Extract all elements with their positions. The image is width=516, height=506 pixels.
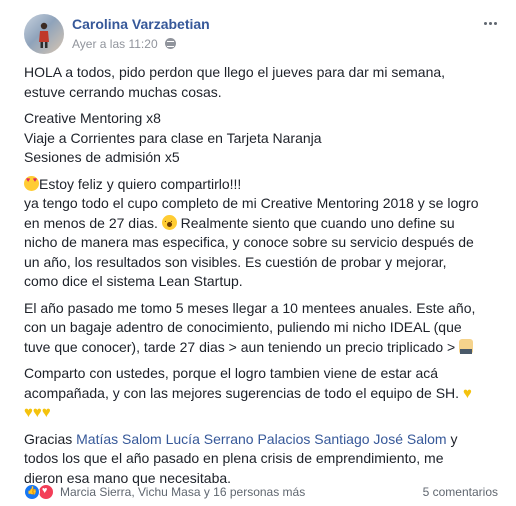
- text-line: Viaje a Corrientes para clase en Tarjeta…: [24, 129, 322, 146]
- text-line: tuve que conocer), tarde 27 dias > aun t…: [24, 338, 502, 358]
- text-line: ♥♥♥: [24, 403, 502, 423]
- text-line: Creative Mentoring x8: [24, 110, 161, 126]
- text-line: ya tengo todo el cupo completo de mi Cre…: [24, 195, 479, 211]
- yellow-heart-icon: ♥: [462, 384, 472, 402]
- reaction-icons[interactable]: [24, 484, 58, 500]
- paragraph-intro: HOLA a todos, pido perdon que llego el j…: [24, 63, 502, 102]
- yellow-heart-icon: ♥: [41, 404, 51, 421]
- yellow-heart-icon: ♥: [24, 404, 33, 421]
- text-line: nicho de manera mas especifica, y conoce…: [24, 234, 474, 250]
- text-line: acompañada, y con las mejores sugerencia…: [24, 384, 472, 402]
- reacted-by-summary[interactable]: Marcia Sierra, Vichu Masa y 16 personas …: [60, 485, 305, 499]
- author-name[interactable]: Carolina Varzabetian: [72, 16, 210, 32]
- facebook-post: Carolina Varzabetian Ayer a las 11:20 HO…: [0, 0, 516, 506]
- technologist-emoji-icon: [459, 338, 474, 354]
- love-reaction-icon[interactable]: [38, 484, 54, 500]
- text-line: un año, los resultados son visibles. Es …: [24, 253, 447, 270]
- post-footer: Marcia Sierra, Vichu Masa y 16 personas …: [24, 482, 498, 502]
- post-body: HOLA a todos, pido perdon que llego el j…: [24, 63, 502, 495]
- text-line: todos los que el año pasado en plena cri…: [24, 450, 444, 466]
- like-reaction-icon[interactable]: [24, 484, 40, 500]
- avatar-person-silhouette: [39, 22, 49, 48]
- text-line: Estoy feliz y quiero compartirlo!!!: [24, 175, 502, 195]
- paragraph-last-year: El año pasado me tomo 5 meses llegar a 1…: [24, 299, 502, 358]
- post-meta: Ayer a las 11:20: [72, 37, 176, 51]
- text-line: con un bagaje adentro de conocimiento, p…: [24, 319, 462, 335]
- text-line: El año pasado me tomo 5 meses llegar a 1…: [24, 299, 476, 316]
- text-line: estuve cerrando muchas cosas.: [24, 83, 222, 100]
- heart-eyes-emoji-icon: [24, 175, 39, 191]
- yellow-heart-icon: ♥: [32, 404, 42, 421]
- post-timestamp[interactable]: Ayer a las 11:20: [72, 37, 158, 51]
- paragraph-activities: Creative Mentoring x8 Viaje a Corrientes…: [24, 109, 502, 168]
- post-header: Carolina Varzabetian Ayer a las 11:20: [24, 13, 502, 57]
- text-line: HOLA a todos, pido perdon que llego el j…: [24, 64, 446, 80]
- more-options-icon[interactable]: [478, 13, 502, 33]
- paragraph-thanks: Gracias Matías Salom Lucía Serrano Palac…: [24, 430, 502, 489]
- mention-link[interactable]: Santiago José Salom: [314, 431, 446, 447]
- mention-link[interactable]: Lucía Serrano Palacios: [166, 431, 311, 447]
- text-line: Sesiones de admisión x5: [24, 149, 180, 165]
- globe-icon[interactable]: [164, 38, 176, 49]
- author-avatar[interactable]: [24, 14, 64, 54]
- paragraph-share: Comparto con ustedes, porque el logro ta…: [24, 364, 502, 423]
- text-line: Gracias Matías Salom Lucía Serrano Palac…: [24, 430, 458, 447]
- paragraph-announcement: Estoy feliz y quiero compartirlo!!! ya t…: [24, 175, 502, 292]
- text-line: Comparto con ustedes, porque el logro ta…: [24, 365, 439, 381]
- comments-count[interactable]: 5 comentarios: [423, 485, 498, 499]
- text-line: en menos de 27 dias. Realmente siento qu…: [24, 212, 502, 234]
- text-line: como dice el sistema Lean Startup.: [24, 273, 243, 289]
- surprised-emoji-icon: [161, 212, 177, 231]
- mention-link[interactable]: Matías Salom: [76, 431, 162, 447]
